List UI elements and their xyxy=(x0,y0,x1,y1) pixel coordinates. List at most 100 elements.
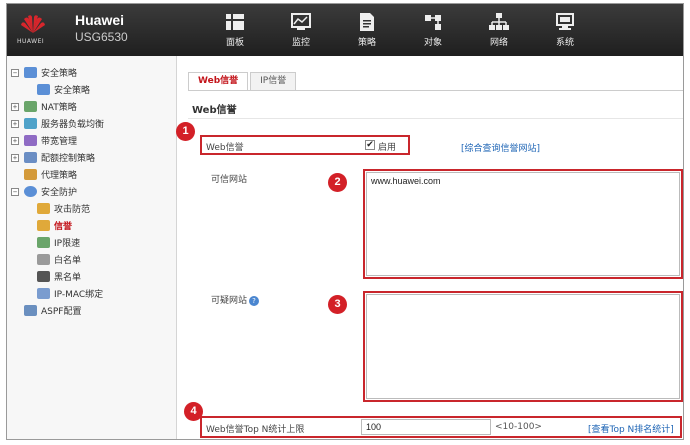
nav-policy-label: 策略 xyxy=(357,38,376,48)
tree-item-label: 代理策略 xyxy=(41,171,78,181)
system-icon xyxy=(556,13,574,30)
network-icon xyxy=(489,13,509,30)
tree-item-label: NAT策略 xyxy=(41,103,77,113)
tree-item-ip-rate-limit[interactable]: IP限速 xyxy=(7,234,176,251)
object-icon xyxy=(425,15,441,30)
attack-defense-icon xyxy=(37,203,50,214)
shield-folder-icon xyxy=(24,67,37,78)
tree-item-label: 服务器负载均衡 xyxy=(41,120,105,130)
tree-item-label: 黑名单 xyxy=(54,273,82,283)
nav-dashboard[interactable]: 面板 xyxy=(202,4,268,56)
section-title: Web信誉 xyxy=(192,105,237,116)
tab-divider xyxy=(188,90,683,91)
nav-monitor[interactable]: 监控 xyxy=(268,4,334,56)
nav-policy[interactable]: 策略 xyxy=(334,4,400,56)
tree-item-bandwidth[interactable]: + 带宽管理 xyxy=(7,132,176,149)
tree-item-label: 带宽管理 xyxy=(41,137,78,147)
ip-mac-icon xyxy=(37,288,50,299)
tree-item-label: 安全策略 xyxy=(41,69,78,79)
nav-system[interactable]: 系统 xyxy=(532,4,598,56)
trusted-sites-label: 可信网站 xyxy=(211,175,248,185)
section-divider xyxy=(188,118,683,119)
nav-network-label: 网络 xyxy=(489,38,508,48)
nav-system-label: 系统 xyxy=(555,38,574,48)
help-icon[interactable]: ? xyxy=(249,295,260,306)
callout-badge-1: 1 xyxy=(176,122,195,141)
app-window: HUAWEI Huawei USG6530 面板 监控 策略 对象 网络 系统 … xyxy=(6,3,684,440)
expand-icon[interactable]: + xyxy=(11,102,19,111)
tree-item-aspf[interactable]: ASPF配置 xyxy=(7,302,176,319)
suspicious-sites-label: 可疑网站? xyxy=(211,293,260,306)
tree-item-security-policy[interactable]: 安全策略 xyxy=(7,81,176,98)
bandwidth-icon xyxy=(24,135,37,146)
brand: HUAWEI Huawei USG6530 xyxy=(17,10,167,50)
product-name: Huawei xyxy=(75,12,125,28)
rate-limit-icon xyxy=(37,237,50,248)
expand-icon[interactable]: + xyxy=(11,119,19,128)
blacklist-icon xyxy=(37,271,50,282)
reputation-icon xyxy=(37,220,50,231)
nat-icon xyxy=(24,101,37,112)
tree-item-proxy-policy[interactable]: 代理策略 xyxy=(7,166,176,183)
suspicious-sites-label-text: 可疑网站 xyxy=(211,296,248,306)
monitor-icon xyxy=(291,13,311,30)
callout-badge-3: 3 xyxy=(328,295,347,314)
topn-range-hint: <10-100> xyxy=(495,422,542,432)
expand-icon[interactable]: + xyxy=(11,136,19,145)
whitelist-icon xyxy=(37,254,50,265)
topn-ranking-link[interactable]: [查看Top N排名统计] xyxy=(588,422,674,435)
enable-checkbox[interactable]: ✔ xyxy=(365,140,375,150)
tree-item-quota-policy[interactable]: + 配额控制策略 xyxy=(7,149,176,166)
main-panel: Web信誉 IP信誉 Web信誉 Web信誉 ✔ 启用 [综合查询信誉网站] 可… xyxy=(176,56,683,439)
nav-dashboard-label: 面板 xyxy=(225,38,244,48)
tree-item-label: 安全策略 xyxy=(54,86,91,96)
tree-item-reputation[interactable]: 信誉 xyxy=(7,217,176,234)
nav-object-label: 对象 xyxy=(423,38,442,48)
product-model: USG6530 xyxy=(75,30,128,44)
policy-icon xyxy=(360,13,374,31)
tree-item-whitelist[interactable]: 白名单 xyxy=(7,251,176,268)
main-nav: 面板 监控 策略 对象 网络 系统 xyxy=(202,4,598,56)
tab-web-reputation[interactable]: Web信誉 xyxy=(188,72,249,90)
sidebar-tree: − 安全策略 安全策略 + NAT策略 + 服务器负载均衡 + 带宽管理 + 配… xyxy=(7,56,177,439)
trusted-sites-textarea[interactable]: www.huawei.com xyxy=(366,172,680,276)
dashboard-icon xyxy=(226,14,244,30)
tree-item-security-protection[interactable]: − 安全防护 xyxy=(7,183,176,200)
suspicious-sites-textarea[interactable] xyxy=(366,294,680,399)
logo-text: HUAWEI xyxy=(17,38,45,45)
tree-item-attack-defense[interactable]: 攻击防范 xyxy=(7,200,176,217)
collapse-icon[interactable]: − xyxy=(11,68,19,77)
tree-item-label: 配额控制策略 xyxy=(41,154,96,164)
tree-item-security-policy-group[interactable]: − 安全策略 xyxy=(7,64,176,81)
quota-icon xyxy=(24,152,37,163)
nav-monitor-label: 监控 xyxy=(291,38,310,48)
nav-network[interactable]: 网络 xyxy=(466,4,532,56)
policy-doc-icon xyxy=(37,84,50,95)
nav-object[interactable]: 对象 xyxy=(400,4,466,56)
tab-bar: Web信誉 IP信誉 xyxy=(188,72,298,90)
collapse-icon[interactable]: − xyxy=(11,187,19,196)
tree-item-server-load-balance[interactable]: + 服务器负载均衡 xyxy=(7,115,176,132)
tree-item-label: 攻击防范 xyxy=(54,205,91,215)
huawei-logo xyxy=(21,15,45,33)
aspf-icon xyxy=(24,305,37,316)
tree-item-label: 信誉 xyxy=(54,222,73,232)
tree-item-label: IP-MAC绑定 xyxy=(54,290,104,300)
callout-badge-4: 4 xyxy=(184,402,203,421)
shield-icon xyxy=(24,186,37,197)
tree-item-ip-mac-binding[interactable]: IP-MAC绑定 xyxy=(7,285,176,302)
tree-item-nat-policy[interactable]: + NAT策略 xyxy=(7,98,176,115)
topn-label: Web信誉Top N统计上限 xyxy=(206,425,305,435)
query-reputation-link[interactable]: [综合查询信誉网站] xyxy=(461,141,540,154)
tab-ip-reputation[interactable]: IP信誉 xyxy=(250,72,297,90)
expand-icon[interactable]: + xyxy=(11,153,19,162)
top-bar: HUAWEI Huawei USG6530 面板 监控 策略 对象 网络 系统 xyxy=(7,4,683,56)
tree-item-blacklist[interactable]: 黑名单 xyxy=(7,268,176,285)
topn-input[interactable]: 100 xyxy=(361,419,491,435)
tree-item-label: ASPF配置 xyxy=(41,307,82,317)
server-icon xyxy=(24,118,37,129)
enable-label: 启用 xyxy=(378,143,397,153)
tree-item-label: 白名单 xyxy=(54,256,82,266)
callout-badge-2: 2 xyxy=(328,173,347,192)
proxy-icon xyxy=(24,169,37,180)
